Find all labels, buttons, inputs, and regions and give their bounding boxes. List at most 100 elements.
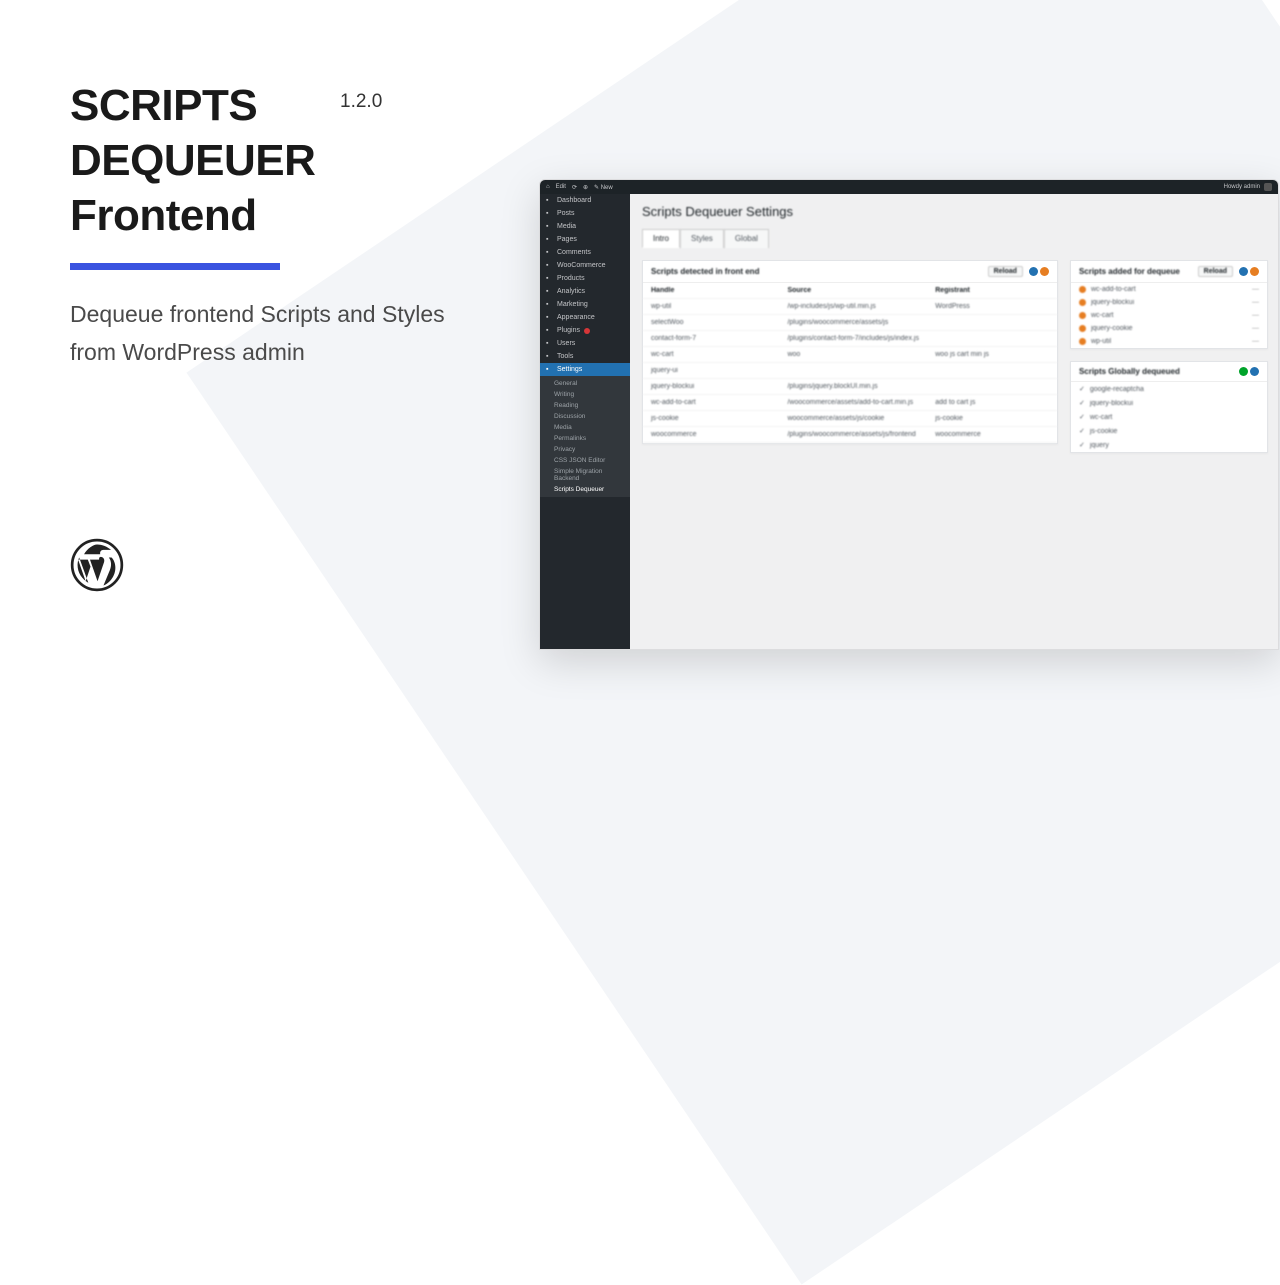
reload-button[interactable]: Reload [988,266,1023,277]
card-title: Scripts added for dequeue [1079,267,1180,276]
tool-icon: ▪ [546,353,553,360]
sidebar-item-tools[interactable]: ▪Tools [540,350,630,363]
check-icon: ✓ [1079,385,1085,393]
card-title: Scripts Globally dequeued [1079,367,1180,376]
sidebar-subitem[interactable]: Privacy [540,444,630,455]
update-badge [584,328,590,334]
plug-icon: ▪ [546,327,553,334]
list-item[interactable]: jquery-cookie— [1071,322,1267,335]
sidebar-item-marketing[interactable]: ▪Marketing [540,298,630,311]
sidebar-item-appearance[interactable]: ▪ Appearance [540,311,630,324]
chart-icon: ▪ [546,288,553,295]
table-row[interactable]: selectWoo/plugins/woocommerce/assets/js [643,315,1057,331]
sidebar-item-label: Media [557,223,576,230]
avatar-icon[interactable] [1264,183,1272,191]
sidebar-subitem[interactable]: CSS JSON Editor [540,455,630,466]
status-dot-icon [1079,325,1086,332]
gear-icon: ▪ [546,366,553,373]
pin-icon: ▪ [546,210,553,217]
list-item[interactable]: ✓jquery [1071,438,1267,452]
list-item[interactable]: wc-cart— [1071,309,1267,322]
brush-icon: ▪ [546,314,553,321]
dequeue-card: Scripts added for dequeue Reload wc-add-… [1070,260,1268,349]
scripts-detected-card: Scripts detected in front end Reload Han… [642,260,1058,444]
info-icon[interactable] [1239,267,1248,276]
user-icon: ▪ [546,340,553,347]
info-icon[interactable] [1029,267,1038,276]
wp-main-content: Scripts Dequeuer Settings Intro Styles G… [630,194,1278,649]
list-item[interactable]: jquery-blockui— [1071,296,1267,309]
sidebar-item-plugins[interactable]: ▪Plugins [540,324,630,337]
box-icon: ▪ [546,275,553,282]
adminbar-item[interactable]: ⌂ [546,184,550,190]
hero-title: SCRIPTS DEQUEUER Frontend [70,78,490,243]
tab-global[interactable]: Global [724,229,769,248]
adminbar-item[interactable]: ⊕ [583,184,588,191]
page-icon: ▪ [546,236,553,243]
sidebar-item-media[interactable]: ▪ Media [540,220,630,233]
sidebar-subitem[interactable]: Permalinks [540,433,630,444]
adminbar-item[interactable]: ✎ New [594,184,613,191]
media-icon: ▪ [546,223,553,230]
sidebar-item-posts[interactable]: ▪Posts [540,207,630,220]
tab-intro[interactable]: Intro [642,229,680,248]
sidebar-item-label: Settings [557,366,582,373]
list-item[interactable]: ✓jquery-blockui [1071,396,1267,410]
list-item[interactable]: wc-add-to-cart— [1071,283,1267,296]
global-card: Scripts Globally dequeued ✓google-recapt… [1070,361,1268,453]
table-row[interactable]: jquery-blockui/plugins/jquery.blockUI.mi… [643,379,1057,395]
check-icon: ✓ [1079,399,1085,407]
sidebar-subitem[interactable]: Simple Migration Backend [540,466,630,484]
sidebar-item-users[interactable]: ▪Users [540,337,630,350]
table-row[interactable]: wp-util/wp-includes/js/wp-util.min.jsWor… [643,299,1057,315]
reload-button[interactable]: Reload [1198,266,1233,277]
list-item[interactable]: ✓js-cookie [1071,424,1267,438]
sidebar-subitem[interactable]: General [540,378,630,389]
sidebar-subitem[interactable]: Scripts Dequeuer [540,484,630,495]
col-handle: Handle [651,287,787,294]
sidebar-subitem[interactable]: Media [540,422,630,433]
tab-styles[interactable]: Styles [680,229,724,248]
chat-icon: ▪ [546,249,553,256]
table-row[interactable]: woocommerce/plugins/woocommerce/assets/j… [643,427,1057,443]
card-title: Scripts detected in front end [651,267,759,276]
dashboard-icon: ▪ [546,197,553,204]
status-dot-icon [1079,312,1086,319]
adminbar-user[interactable]: Howdy admin [1224,184,1260,190]
table-row[interactable]: jquery-ui [643,363,1057,379]
list-item[interactable]: wp-util— [1071,335,1267,348]
sidebar-item-pages[interactable]: ▪ Pages [540,233,630,246]
version-label: 1.2.0 [340,91,382,113]
table-row[interactable]: js-cookiewoocommerce/assets/js/cookiejs-… [643,411,1057,427]
action-icon[interactable] [1040,267,1049,276]
add-icon[interactable] [1239,367,1248,376]
info-icon[interactable] [1250,367,1259,376]
sidebar-subitem[interactable]: Reading [540,400,630,411]
action-icon[interactable] [1250,267,1259,276]
sidebar-item-comments[interactable]: ▪Comments [540,246,630,259]
list-item[interactable]: ✓wc-cart [1071,410,1267,424]
mega-icon: ▪ [546,301,553,308]
table-row[interactable]: contact-form-7/plugins/contact-form-7/in… [643,331,1057,347]
check-icon: ✓ [1079,441,1085,449]
sidebar-item-products[interactable]: ▪Products [540,272,630,285]
list-item[interactable]: ✓google-recaptcha [1071,382,1267,396]
col-source: Source [787,287,935,294]
adminbar-item[interactable]: Edit [556,184,566,190]
sidebar-item-analytics[interactable]: ▪Analytics [540,285,630,298]
table-row[interactable]: wc-add-to-cart/woocommerce/assets/add-to… [643,395,1057,411]
sidebar-item-woocommerce[interactable]: ▪WooCommerce [540,259,630,272]
sidebar-item-dashboard[interactable]: ▪Dashboard [540,194,630,207]
col-registrant: Registrant [935,287,1049,294]
sidebar-item-settings[interactable]: ▪ Settings [540,363,630,376]
check-icon: ✓ [1079,427,1085,435]
wp-adminbar: ⌂ Edit ⟳ ⊕ ✎ New Howdy admin [540,180,1278,194]
adminbar-item[interactable]: ⟳ [572,184,577,191]
sidebar-subitem[interactable]: Writing [540,389,630,400]
sidebar-subitem[interactable]: Discussion [540,411,630,422]
sidebar-item-label: Appearance [557,314,595,321]
woo-icon: ▪ [546,262,553,269]
table-row[interactable]: wc-cartwoowoo js cart min js [643,347,1057,363]
hero-panel: SCRIPTS DEQUEUER Frontend 1.2.0 Dequeue … [70,78,490,372]
sidebar-item-label: Pages [557,236,577,243]
